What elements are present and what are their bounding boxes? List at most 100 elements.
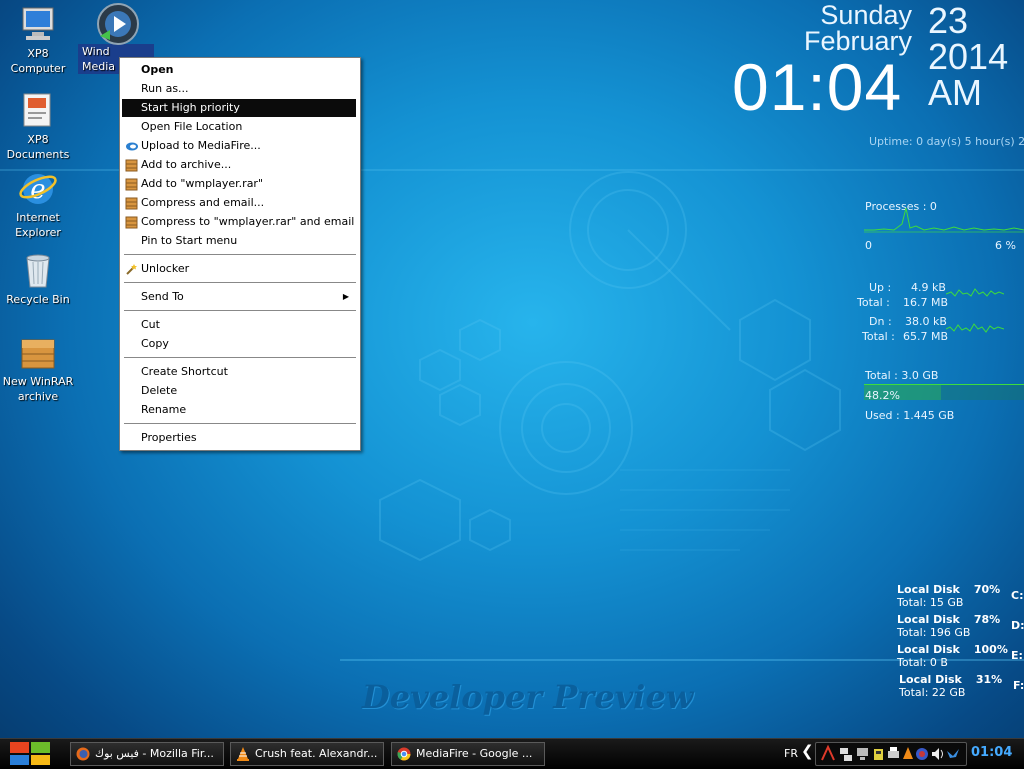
- computer-icon: [18, 4, 58, 44]
- clock-ampm: AM: [928, 72, 982, 113]
- menu-item-send-to[interactable]: Send To ▶: [122, 288, 356, 306]
- clock-date-numbers: 23 2014 AM: [928, 3, 1008, 111]
- disk-name: Local Disk: [897, 643, 960, 656]
- taskbar-button-firefox[interactable]: فيس بوك - Mozilla Fir...: [70, 742, 224, 766]
- documents-icon: [18, 90, 58, 130]
- start-button[interactable]: [9, 741, 51, 766]
- system-tray: [815, 742, 967, 766]
- winrar-icon: [125, 197, 138, 210]
- menu-item-properties[interactable]: Properties: [122, 429, 356, 447]
- cpu-max-label: 6 %: [995, 239, 1016, 252]
- menu-item-open-file-location[interactable]: Open File Location: [122, 118, 356, 136]
- taskbar-button-vlc[interactable]: Crush feat. Alexandr...: [230, 742, 384, 766]
- menu-item-run-as[interactable]: Run as...: [122, 80, 356, 98]
- internet-explorer-icon: e: [18, 168, 58, 208]
- language-indicator[interactable]: FR: [784, 747, 798, 760]
- tray-network-icon[interactable]: [840, 748, 852, 761]
- clock-date-words: Sunday February: [804, 0, 912, 55]
- disk-percent: 70%: [973, 583, 1001, 596]
- ram-percent: 48.2%: [865, 389, 900, 402]
- winrar-archive-icon: [18, 332, 58, 372]
- upload-graph: [946, 288, 1004, 297]
- menu-separator: [124, 423, 356, 424]
- disk-c-letter: C:: [1011, 589, 1024, 602]
- menu-item-create-shortcut[interactable]: Create Shortcut: [122, 363, 356, 381]
- tray-red-arrow-icon[interactable]: [821, 744, 835, 761]
- disk-percent: 78%: [973, 613, 1001, 626]
- tray-vlc-icon[interactable]: [903, 747, 913, 759]
- desktop-icon-xp8-computer[interactable]: XP8 Computer: [0, 4, 76, 76]
- recycle-bin-icon: [18, 250, 58, 290]
- desktop-icon-label: XP8 Computer: [10, 47, 66, 75]
- disk-total: Total: 0 B: [897, 656, 948, 669]
- menu-separator: [124, 282, 356, 283]
- chrome-icon: [397, 747, 411, 761]
- ram-total: Total : 3.0 GB: [865, 369, 939, 382]
- download-value: 38.0 kB: [905, 315, 947, 328]
- tray-bird-icon[interactable]: [947, 749, 959, 758]
- desktop-icon-xp8-documents[interactable]: XP8 Documents: [0, 90, 76, 162]
- download-total-value: 65.7 MB: [903, 330, 949, 343]
- desktop-icon-internet-explorer[interactable]: e Internet Explorer: [0, 168, 76, 240]
- tray-tool-icon[interactable]: [916, 748, 928, 760]
- menu-item-label: Compress to "wmplayer.rar" and email: [141, 215, 355, 228]
- download-label: Dn :: [869, 315, 892, 328]
- winrar-icon: [125, 178, 138, 191]
- menu-separator: [124, 357, 356, 358]
- show-hidden-icons-chevron-icon[interactable]: ❮: [801, 742, 814, 760]
- desktop-icon-label: XP8 Documents: [6, 133, 70, 161]
- upload-value: 4.9 kB: [911, 281, 946, 294]
- disk-name: Local Disk: [897, 613, 960, 626]
- menu-separator: [124, 254, 356, 255]
- taskbar-button-label: MediaFire - Google ...: [416, 747, 533, 760]
- menu-item-unlocker[interactable]: Unlocker: [122, 260, 356, 278]
- menu-item-compress-to-wmplayer-rar-and-email[interactable]: Compress to "wmplayer.rar" and email: [122, 213, 356, 231]
- menu-item-upload-to-mediafire[interactable]: Upload to MediaFire...: [122, 137, 356, 155]
- desktop-icon-new-winrar-archive[interactable]: New WinRAR archive: [0, 332, 76, 404]
- tray-safely-remove-icon[interactable]: [874, 749, 883, 760]
- menu-item-label: Unlocker: [141, 262, 190, 275]
- menu-item-copy[interactable]: Copy: [122, 335, 356, 353]
- unlocker-wand-icon: [126, 264, 137, 275]
- desktop-icon-label: New WinRAR archive: [2, 375, 74, 403]
- menu-item-label: Compress and email...: [141, 196, 265, 209]
- desktop-icon-label: Recycle Bin: [6, 293, 70, 306]
- menu-item-pin-to-start-menu[interactable]: Pin to Start menu: [122, 232, 356, 250]
- taskbar-button-chrome[interactable]: MediaFire - Google ...: [391, 742, 545, 766]
- winrar-icon: [125, 159, 138, 172]
- menu-item-delete[interactable]: Delete: [122, 382, 356, 400]
- developer-preview-watermark: Developer Preview: [362, 678, 694, 716]
- tray-computer-icon[interactable]: [857, 748, 868, 760]
- download-graph: [946, 323, 1004, 333]
- menu-item-cut[interactable]: Cut: [122, 316, 356, 334]
- taskbar-button-label: Crush feat. Alexandr...: [255, 747, 378, 760]
- menu-item-compress-and-email[interactable]: Compress and email...: [122, 194, 356, 212]
- disk-name: Local Disk: [899, 673, 962, 686]
- winrar-icon: [125, 216, 138, 229]
- clock-weekday: Sunday: [820, 0, 912, 30]
- cpu-min-label: 0: [865, 239, 872, 252]
- menu-item-start-high-priority[interactable]: Start High priority: [122, 99, 356, 117]
- tray-volume-icon[interactable]: [932, 748, 943, 760]
- upload-label: Up :: [869, 281, 892, 294]
- disk-percent: 31%: [975, 673, 1003, 686]
- disk-d-letter: D:: [1011, 619, 1024, 632]
- download-total-label: Total :: [862, 330, 895, 343]
- menu-item-open[interactable]: Open: [122, 61, 356, 79]
- upload-total-label: Total :: [857, 296, 890, 309]
- taskbar-button-label: فيس بوك - Mozilla Fir...: [95, 747, 214, 760]
- processes-label: Processes : 0: [865, 200, 937, 213]
- menu-item-add-to-wmplayer-rar[interactable]: Add to "wmplayer.rar": [122, 175, 356, 193]
- taskbar-clock[interactable]: 01:04: [971, 745, 1012, 760]
- menu-item-rename[interactable]: Rename: [122, 401, 356, 419]
- menu-item-label: Send To: [141, 290, 184, 303]
- desktop-icon-recycle-bin[interactable]: Recycle Bin: [0, 250, 76, 307]
- disk-total: Total: 22 GB: [899, 686, 966, 699]
- menu-item-add-to-archive[interactable]: Add to archive...: [122, 156, 356, 174]
- clock-time: 01:04: [732, 50, 903, 124]
- disk-total: Total: 196 GB: [897, 626, 971, 639]
- disk-e-letter: E:: [1011, 649, 1023, 662]
- menu-item-label: Add to "wmplayer.rar": [141, 177, 264, 190]
- desktop-icon-label: Internet Explorer: [15, 211, 61, 239]
- tray-printer-icon[interactable]: [888, 747, 899, 758]
